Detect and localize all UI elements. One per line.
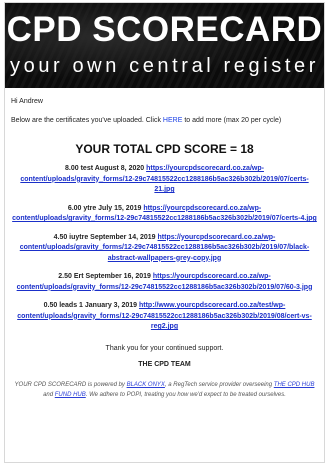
certificate-label: 8.00 test August 8, 2020 xyxy=(65,165,145,172)
banner-subtitle: your own central register xyxy=(10,55,319,77)
fund-hub-link[interactable]: FUND HUB xyxy=(55,392,86,398)
footer-part-4: . We adhere to POPI, treating you how we… xyxy=(85,391,286,398)
banner-title: CPD SCORECARD xyxy=(6,10,323,49)
certificate-list: 8.00 test August 8, 2020 https://yourcpd… xyxy=(11,164,318,333)
certificate-item: 6.00 ytre July 15, 2019 https://yourcpds… xyxy=(11,204,318,225)
email-frame: CPD SCORECARD your own central register … xyxy=(4,2,325,463)
certificate-label: 4.50 iuytre September 14, 2019 xyxy=(53,233,156,241)
footer-part-1: YOUR CPD SCORECARD is powered by xyxy=(14,381,127,388)
certificate-item: 2.50 Ert September 16, 2019 https://your… xyxy=(11,272,318,293)
footer-part-2: , a RegTech service provider overseeing xyxy=(164,381,274,388)
thanks-text: Thank you for your continued support. xyxy=(105,344,224,352)
certificate-item: 4.50 iuytre September 14, 2019 https://y… xyxy=(11,233,318,265)
intro-after: to add more (max 20 per cycle) xyxy=(182,117,282,124)
intro-text: Below are the certificates you've upload… xyxy=(11,117,318,124)
total-score: YOUR TOTAL CPD SCORE = 18 xyxy=(75,142,254,156)
email-body: Hi Andrew Below are the certificates you… xyxy=(5,98,324,400)
certificate-link[interactable]: https://yourcpdscorecard.co.za/wp-conten… xyxy=(12,205,317,223)
certificate-item: 0.50 leads 1 January 3, 2019 http://www.… xyxy=(11,301,318,333)
certificate-label: 2.50 Ert September 16, 2019 xyxy=(58,273,151,280)
footer-text: YOUR CPD SCORECARD is powered by BLACK O… xyxy=(11,380,318,400)
intro-before: Below are the certificates you've upload… xyxy=(11,117,163,124)
certificate-item: 8.00 test August 8, 2020 https://yourcpd… xyxy=(11,164,318,196)
team-signature: THE CPD TEAM xyxy=(138,360,191,368)
banner: CPD SCORECARD your own central register xyxy=(5,3,324,88)
here-link[interactable]: HERE xyxy=(163,117,182,124)
certificate-label: 6.00 ytre July 15, 2019 xyxy=(67,204,142,212)
certificate-link[interactable]: https://yourcpdscorecard.co.za/wp-conten… xyxy=(20,165,308,193)
black-onyx-link[interactable]: BLACK ONYX xyxy=(127,382,165,388)
greeting: Hi Andrew xyxy=(11,98,43,105)
footer-part-3: and xyxy=(43,391,55,398)
cpd-hub-link[interactable]: THE CPD HUB xyxy=(274,382,315,388)
certificate-label: 0.50 leads 1 January 3, 2019 xyxy=(43,302,138,309)
